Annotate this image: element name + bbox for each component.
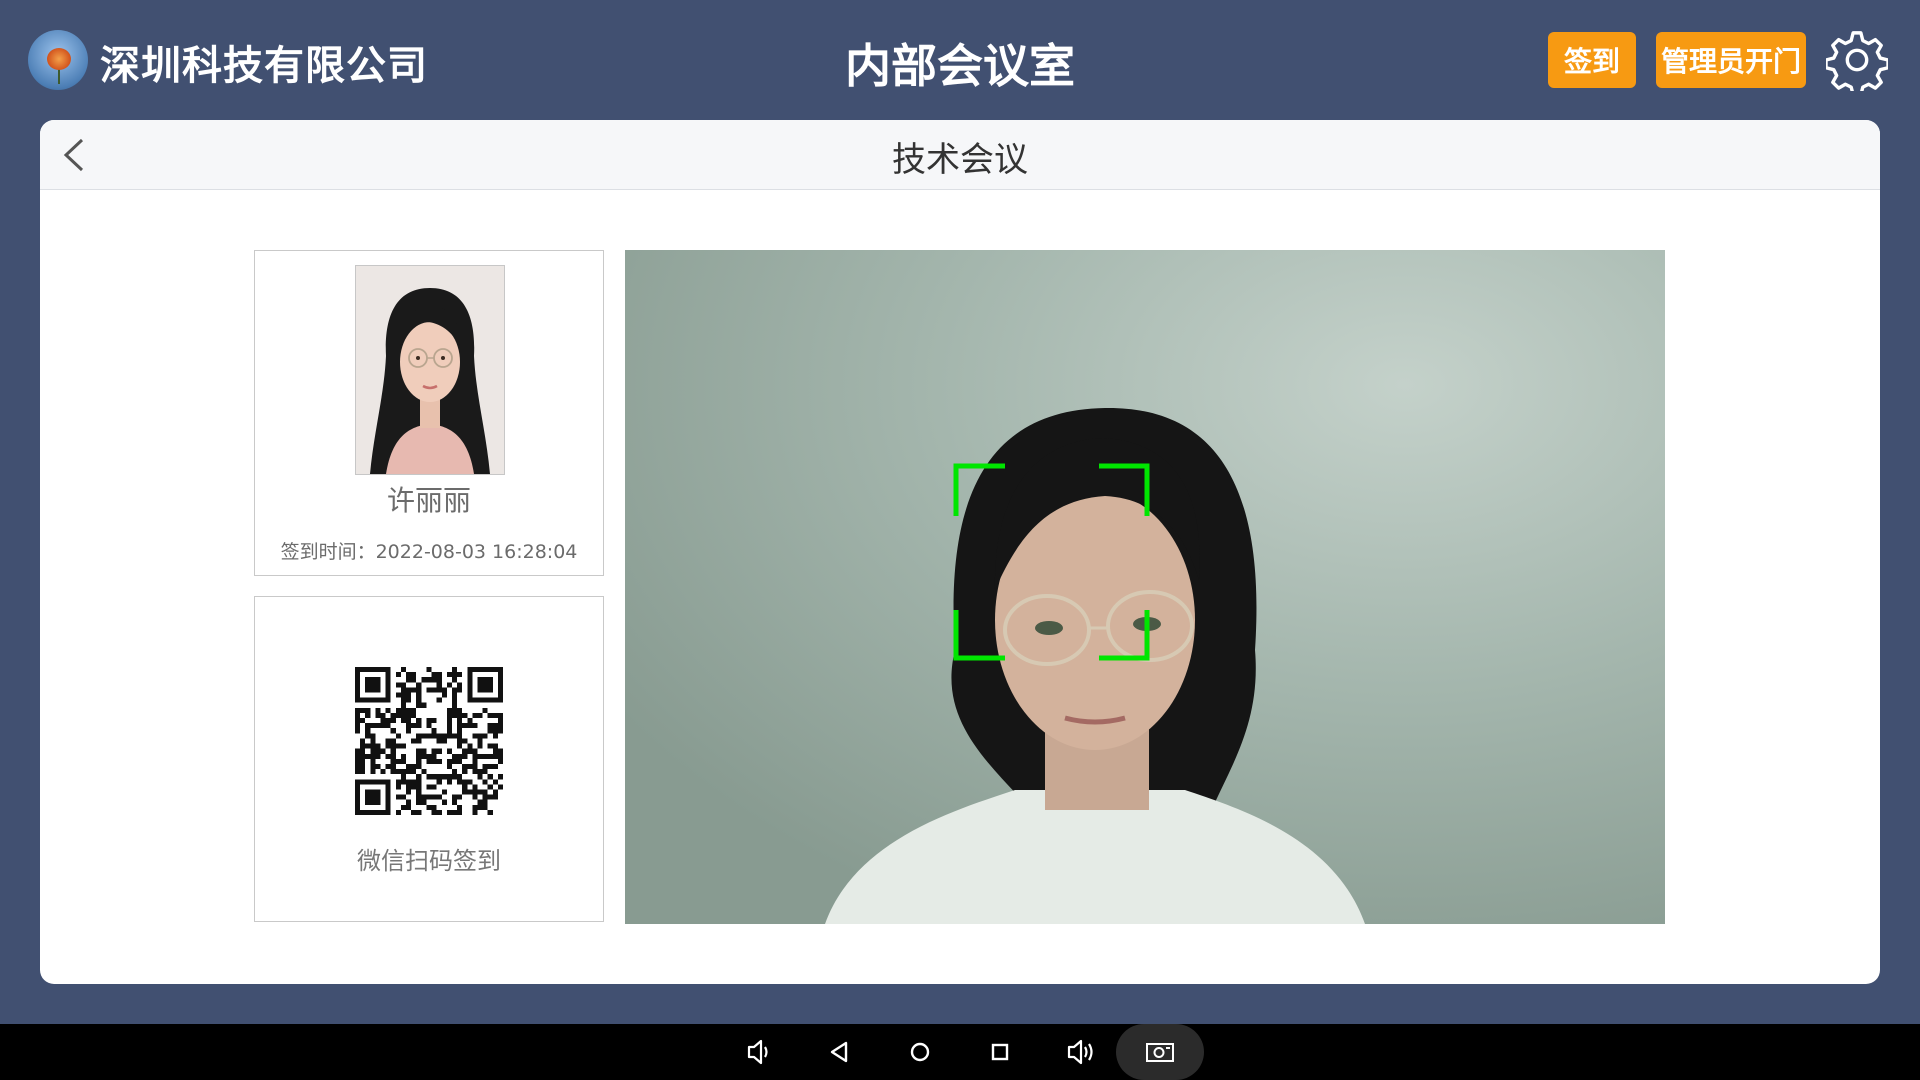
back-triangle-icon[interactable] — [822, 1034, 858, 1070]
qr-label: 微信扫码签到 — [357, 847, 501, 875]
signin-button[interactable]: 签到 — [1548, 32, 1636, 88]
attendee-name: 许丽丽 — [386, 484, 471, 517]
card-header: 技术会议 — [40, 120, 1880, 190]
admin-open-door-button[interactable]: 管理员开门 — [1656, 32, 1806, 88]
wechat-qr-panel: 微信扫码签到 — [254, 596, 604, 922]
screenshot-icon[interactable] — [1142, 1034, 1178, 1070]
attendee-photo — [355, 265, 505, 475]
qr-code-icon — [355, 667, 503, 815]
volume-down-icon[interactable] — [740, 1034, 776, 1070]
gear-icon[interactable] — [1826, 29, 1888, 91]
recents-square-icon[interactable] — [982, 1034, 1018, 1070]
volume-up-icon[interactable] — [1062, 1034, 1098, 1070]
signin-time: 签到时间：2022-08-03 16:28:04 — [280, 541, 578, 563]
home-circle-icon[interactable] — [902, 1034, 938, 1070]
meeting-title: 技术会议 — [892, 140, 1028, 180]
top-bar: 深圳科技有限公司 内部会议室 签到 管理员开门 — [0, 0, 1920, 120]
camera-preview — [625, 250, 1665, 924]
meeting-card: 技术会议 许丽丽 签到时间：2022-08-03 16:28:04 微信扫码签到 — [40, 120, 1880, 984]
attendee-panel: 许丽丽 签到时间：2022-08-03 16:28:04 — [254, 250, 604, 576]
system-nav-bar — [0, 1024, 1920, 1080]
